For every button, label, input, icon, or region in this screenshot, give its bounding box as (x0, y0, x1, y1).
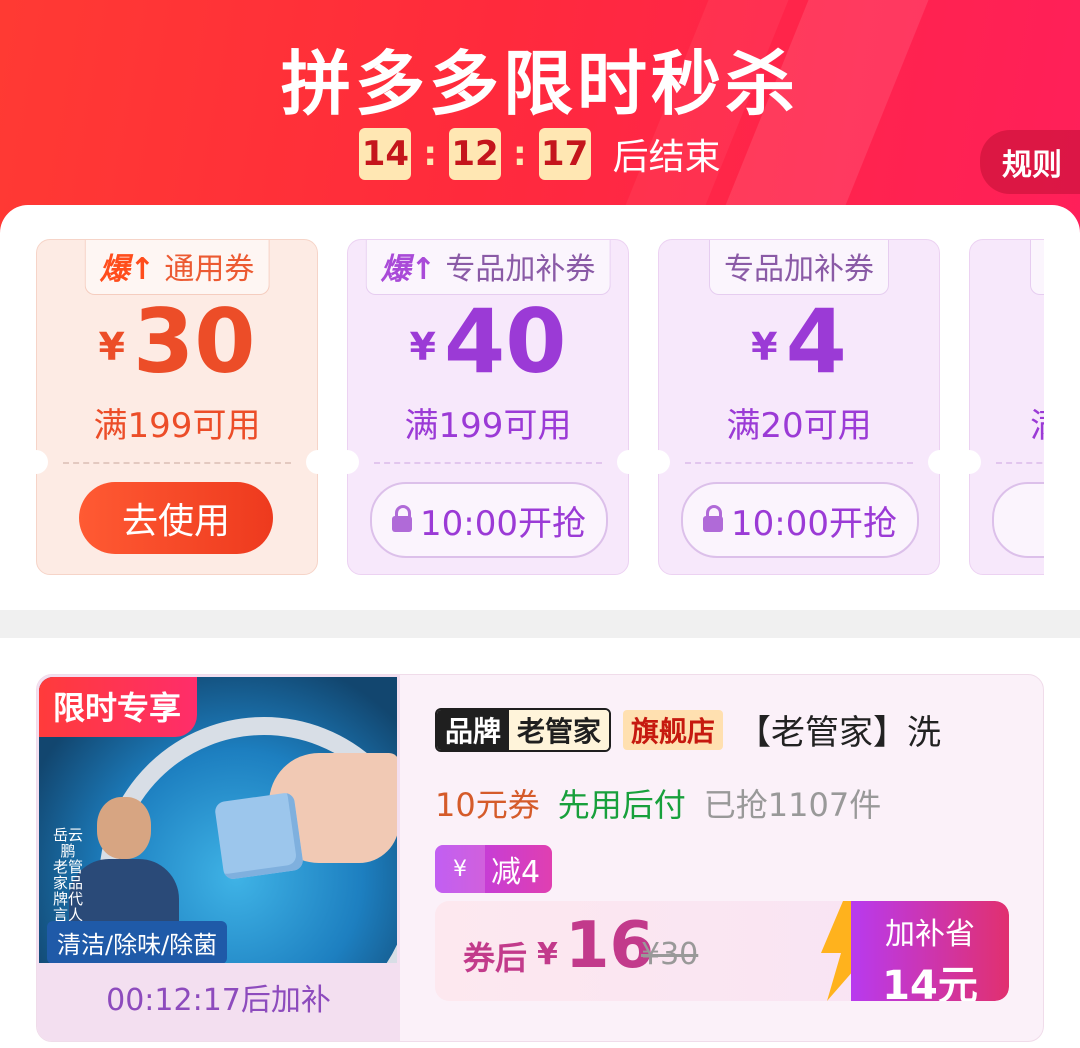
product-title-row: 品牌 老管家 旗舰店 【老管家】洗 (435, 705, 1043, 754)
cleaning-tablet (213, 791, 305, 881)
brand-name: 老管家 (509, 709, 610, 750)
discount-label: 减4 (491, 855, 541, 890)
grab-coupon-button[interactable]: 10:00开抢 (681, 482, 919, 558)
coupon-ticket-icon: ¥ (435, 845, 485, 893)
coupon-divider (63, 462, 291, 464)
coupon-condition: 满199可用 (404, 406, 572, 446)
coupon-amount: ¥30 (37, 290, 317, 393)
coupon-notch (617, 450, 641, 474)
coupon-type-label: 通用券 (164, 252, 255, 287)
save-amount: 14元 (882, 963, 978, 1001)
spokesperson-head (97, 797, 151, 859)
coupon-card[interactable]: 专品加补券 ¥4 满20可用 10:00开抢 (646, 239, 952, 575)
currency-symbol: ¥ (98, 325, 125, 369)
coupon-amount: ¥40 (348, 290, 628, 393)
coupon-value: 40 (443, 290, 567, 393)
countdown-separator: : (423, 134, 437, 174)
price-label: 券后 (463, 939, 528, 977)
countdown-hours: 14 (359, 128, 412, 180)
product-image-caption: 清洁/除味/除菌 (47, 921, 228, 963)
coupon-type-tag: 专品加补券 (709, 240, 889, 295)
pay-later-tag: 先用后付 (557, 786, 686, 824)
subsidy-countdown: 00:12:17后加补 (106, 983, 331, 1018)
coupon-type-label: 专品加补券 (445, 252, 596, 287)
coupon-divider (374, 462, 602, 464)
save-label: 加补省 (885, 917, 975, 952)
coupon-condition: 满199可用 (93, 406, 261, 446)
coupon-tag: 10元券 (435, 786, 540, 824)
limited-exclusive-badge: 限时专享 (39, 677, 198, 737)
spokesperson-label: 岳云鹏 老管家品牌代言人 (53, 826, 84, 924)
product-name[interactable]: 【老管家】洗 (737, 705, 941, 754)
coupon-divider (996, 462, 1044, 464)
price-currency: ¥ (537, 937, 558, 972)
lock-icon (392, 505, 412, 532)
coupon-card[interactable]: 专 满 1 (957, 239, 1044, 575)
product-card[interactable]: 岳云鹏 老管家品牌代言人 清洁/除味/除菌 限时专享 00:12:17后加补 品… (36, 674, 1044, 1042)
price-bar[interactable]: 券后 ¥ 16 ¥30 加补省 14元 (435, 901, 1009, 1001)
coupon-panel: 爆↑ 通用券 ¥30 满199可用 去使用 爆↑ 专品加补券 ¥40 满199可… (0, 205, 1080, 610)
coupon-divider (685, 462, 913, 464)
coupon-value: 4 (785, 290, 847, 393)
arrow-up-icon: ↑ (129, 252, 155, 287)
rules-button[interactable]: 规则 (980, 130, 1080, 194)
coupon-type-tag: 爆↑ 专品加补券 (365, 240, 611, 295)
coupon-notch (957, 450, 981, 474)
grab-time-label: 10:00开抢 (420, 503, 586, 544)
coupon-card[interactable]: 爆↑ 通用券 ¥30 满199可用 去使用 (36, 239, 330, 575)
hot-icon: 爆 (380, 252, 411, 287)
countdown-suffix: 后结束 (612, 137, 721, 178)
grab-time-label: 10:00开抢 (731, 503, 897, 544)
discount-tag: ¥ 减4 (435, 845, 553, 893)
coupon-type-label: 专品加补券 (724, 252, 874, 287)
coupon-notch (335, 450, 359, 474)
countdown-timer: 14 : 12 : 17 后结束 (0, 128, 1080, 180)
coupon-condition: 满 (1030, 398, 1044, 447)
currency-symbol: ¥ (751, 325, 778, 369)
flagship-store-tag: 旗舰店 (623, 709, 724, 750)
original-price: ¥30 (641, 937, 699, 972)
countdown-seconds: 17 (538, 128, 591, 180)
coupon-type-tag: 爆↑ 通用券 (84, 240, 270, 295)
arrow-up-icon: ↑ (410, 252, 436, 287)
coupon-notch (36, 450, 48, 474)
coupon-amount: ¥4 (659, 290, 939, 393)
coupon-notch (646, 450, 670, 474)
sold-count: 已抢1107件 (703, 786, 882, 824)
subsidy-save-button[interactable]: 加补省 14元 (851, 901, 1009, 1001)
use-coupon-button[interactable]: 去使用 (79, 482, 273, 554)
coupon-notch (306, 450, 330, 474)
brand-tag: 品牌 老管家 (435, 707, 612, 752)
brand-label: 品牌 (437, 709, 510, 750)
coupon-card[interactable]: 爆↑ 专品加补券 ¥40 满199可用 10:00开抢 (335, 239, 641, 575)
grab-coupon-button[interactable]: 10:00开抢 (370, 482, 608, 558)
product-tags-row: 10元券 先用后付 已抢1107件 (435, 780, 1043, 826)
coupon-notch (928, 450, 952, 474)
page-title: 拼多多限时秒杀 (281, 43, 799, 125)
currency-symbol: ¥ (409, 325, 436, 369)
lock-icon (703, 505, 723, 532)
coupon-condition: 满20可用 (726, 406, 872, 446)
countdown-minutes: 12 (448, 128, 501, 180)
product-section: 岳云鹏 老管家品牌代言人 清洁/除味/除菌 限时专享 00:12:17后加补 品… (0, 638, 1080, 1048)
countdown-separator: : (512, 134, 527, 174)
coupon-type-tag: 专 (1030, 240, 1044, 295)
product-info: 品牌 老管家 旗舰店 【老管家】洗 10元券 先用后付 已抢1107件 ¥ 减4… (435, 705, 1043, 1001)
coupon-carousel[interactable]: 爆↑ 通用券 ¥30 满199可用 去使用 爆↑ 专品加补券 ¥40 满199可… (36, 239, 1044, 579)
hot-icon: 爆 (99, 252, 130, 287)
product-image-area[interactable]: 岳云鹏 老管家品牌代言人 清洁/除味/除菌 限时专享 00:12:17后加补 (37, 675, 400, 1041)
coupon-value: 30 (132, 290, 256, 393)
grab-coupon-button[interactable]: 1 (992, 482, 1044, 558)
